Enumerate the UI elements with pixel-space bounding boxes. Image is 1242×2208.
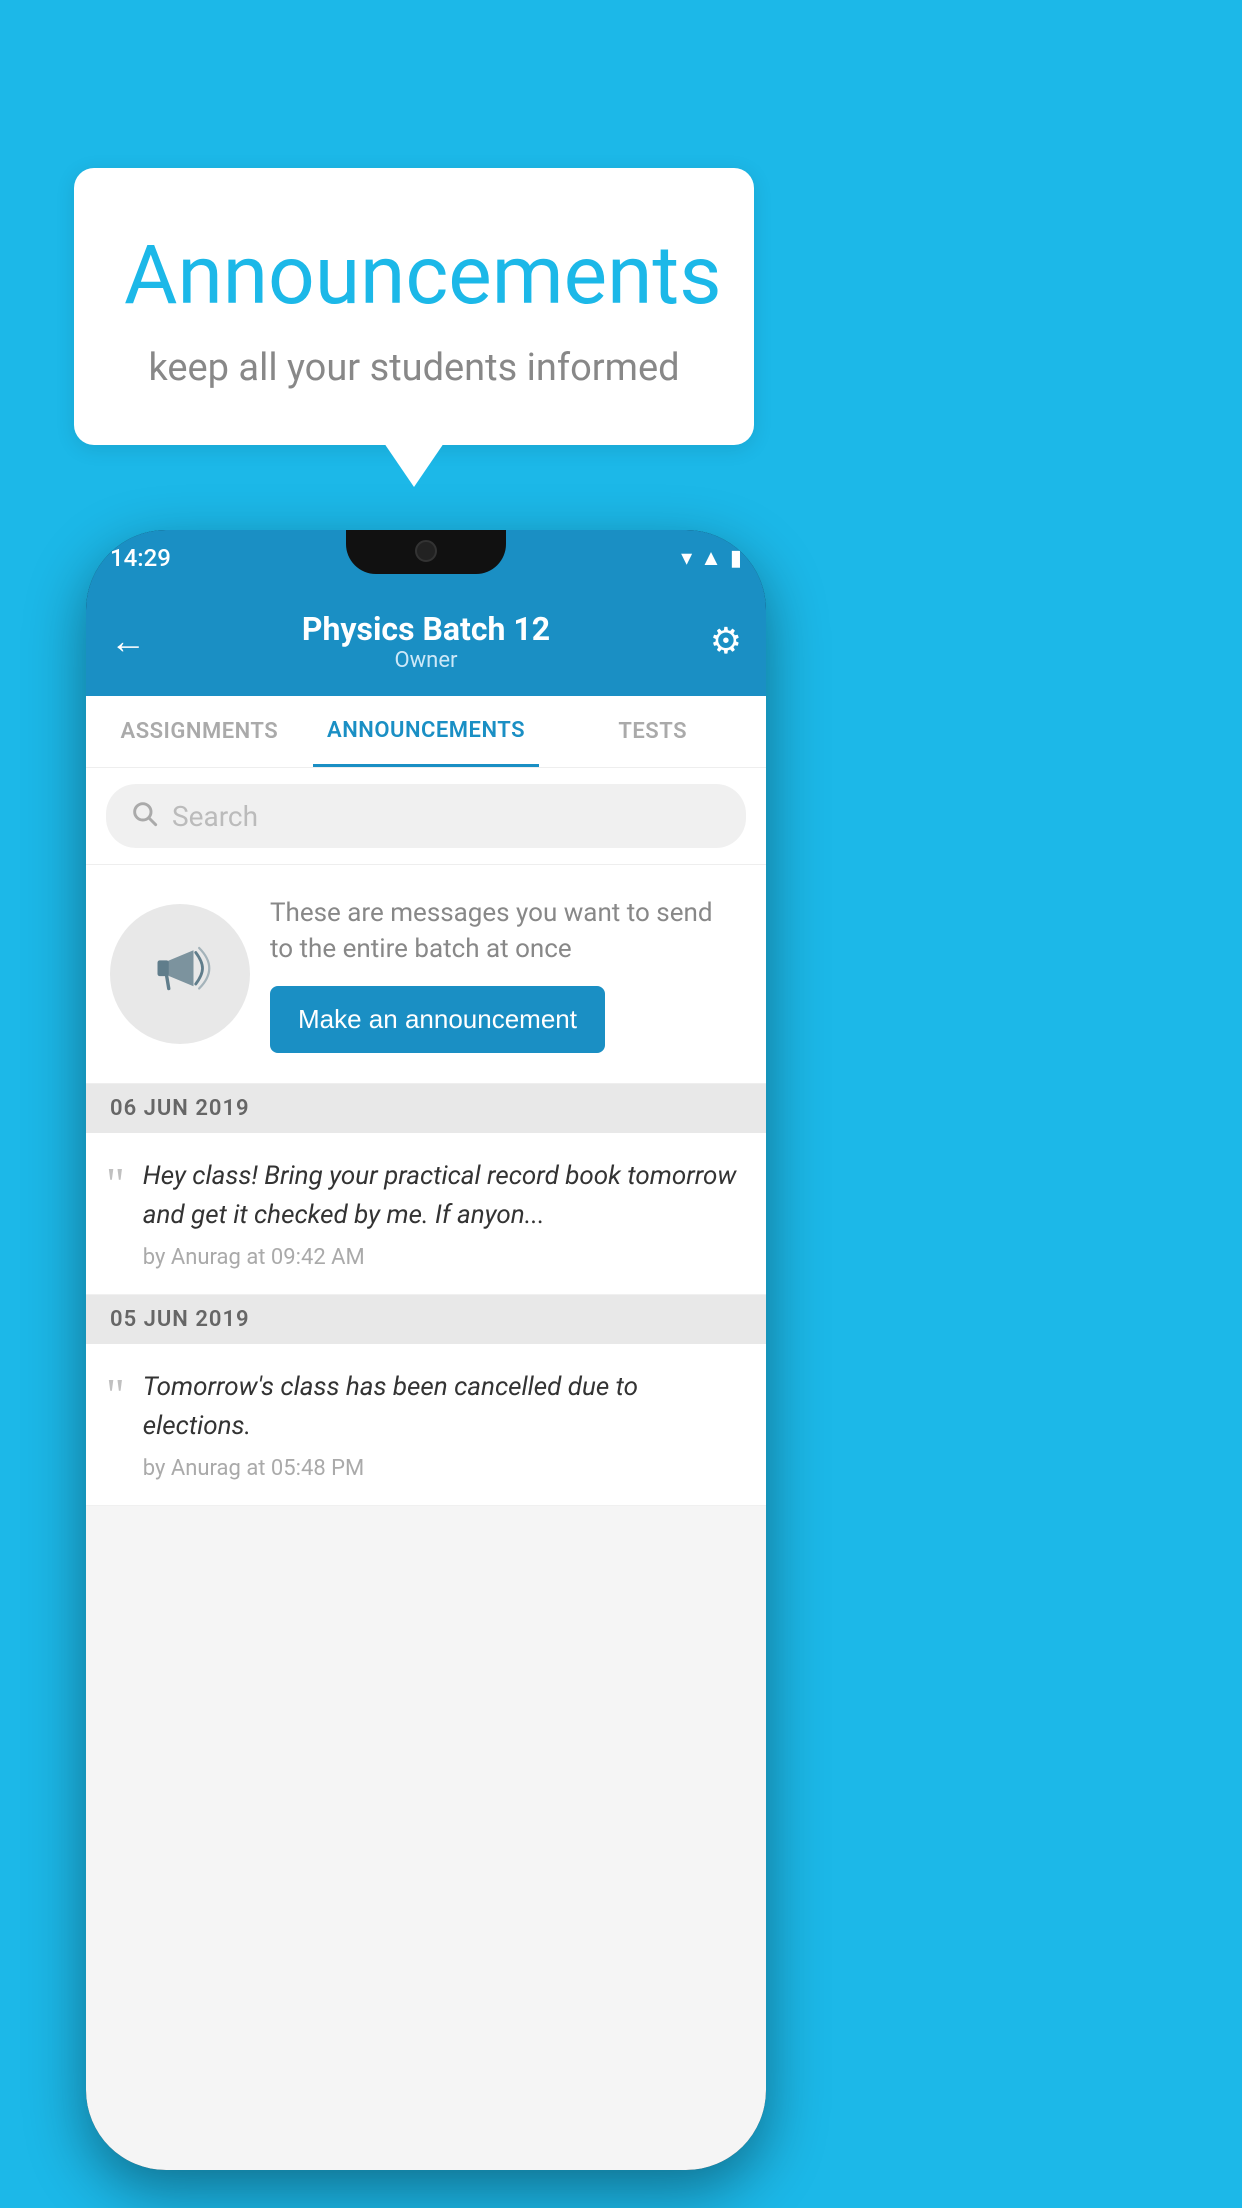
battery-icon: ▮ <box>730 546 742 571</box>
tab-assignments[interactable]: ASSIGNMENTS <box>86 696 313 767</box>
phone-screen: Search These are messages you want to se… <box>86 768 766 2170</box>
announcement-item-2: " Tomorrow's class has been cancelled du… <box>86 1344 766 1506</box>
search-bar[interactable]: Search <box>106 784 746 848</box>
promo-description: These are messages you want to send to t… <box>270 895 742 968</box>
tab-announcements[interactable]: ANNOUNCEMENTS <box>313 696 540 767</box>
signal-icon: ▲ <box>700 545 722 571</box>
wifi-icon: ▾ <box>681 546 692 571</box>
announcement-item-1: " Hey class! Bring your practical record… <box>86 1133 766 1295</box>
bubble-subtitle: keep all your students informed <box>124 346 704 390</box>
announcement-meta-2: by Anurag at 05:48 PM <box>143 1456 742 1481</box>
bubble-title: Announcements <box>124 228 704 324</box>
search-placeholder: Search <box>172 800 258 833</box>
search-container: Search <box>86 768 766 865</box>
promo-card: These are messages you want to send to t… <box>86 865 766 1084</box>
date-separator-2: 05 JUN 2019 <box>86 1295 766 1344</box>
camera-dot <box>415 540 437 562</box>
quote-icon-2: " <box>106 1372 125 1418</box>
announcement-text-1: Hey class! Bring your practical record b… <box>143 1157 742 1235</box>
back-button[interactable]: ← <box>110 620 146 662</box>
tab-tests[interactable]: TESTS <box>539 696 766 767</box>
promo-icon-circle <box>110 904 250 1044</box>
app-header: ← Physics Batch 12 Owner ⚙ <box>86 586 766 696</box>
header-subtitle: Owner <box>302 648 550 673</box>
announcement-content-2: Tomorrow's class has been cancelled due … <box>143 1368 742 1481</box>
header-title-group: Physics Batch 12 Owner <box>302 610 550 673</box>
quote-icon-1: " <box>106 1161 125 1207</box>
tab-bar: ASSIGNMENTS ANNOUNCEMENTS TESTS <box>86 696 766 768</box>
status-time: 14:29 <box>110 544 171 572</box>
status-icons: ▾ ▲ ▮ <box>681 545 742 571</box>
announcement-meta-1: by Anurag at 09:42 AM <box>143 1245 742 1270</box>
megaphone-icon <box>144 930 216 1018</box>
promo-content: These are messages you want to send to t… <box>270 895 742 1053</box>
settings-button[interactable]: ⚙ <box>710 620 742 662</box>
announcement-text-2: Tomorrow's class has been cancelled due … <box>143 1368 742 1446</box>
speech-bubble: Announcements keep all your students inf… <box>74 168 754 445</box>
phone-frame: 14:29 ▾ ▲ ▮ ← Physics Batch 12 Owner ⚙ A… <box>86 530 766 2170</box>
header-title: Physics Batch 12 <box>302 610 550 648</box>
announcement-content-1: Hey class! Bring your practical record b… <box>143 1157 742 1270</box>
make-announcement-button[interactable]: Make an announcement <box>270 986 605 1053</box>
date-separator-1: 06 JUN 2019 <box>86 1084 766 1133</box>
phone-notch <box>346 530 506 574</box>
search-icon <box>130 799 158 834</box>
